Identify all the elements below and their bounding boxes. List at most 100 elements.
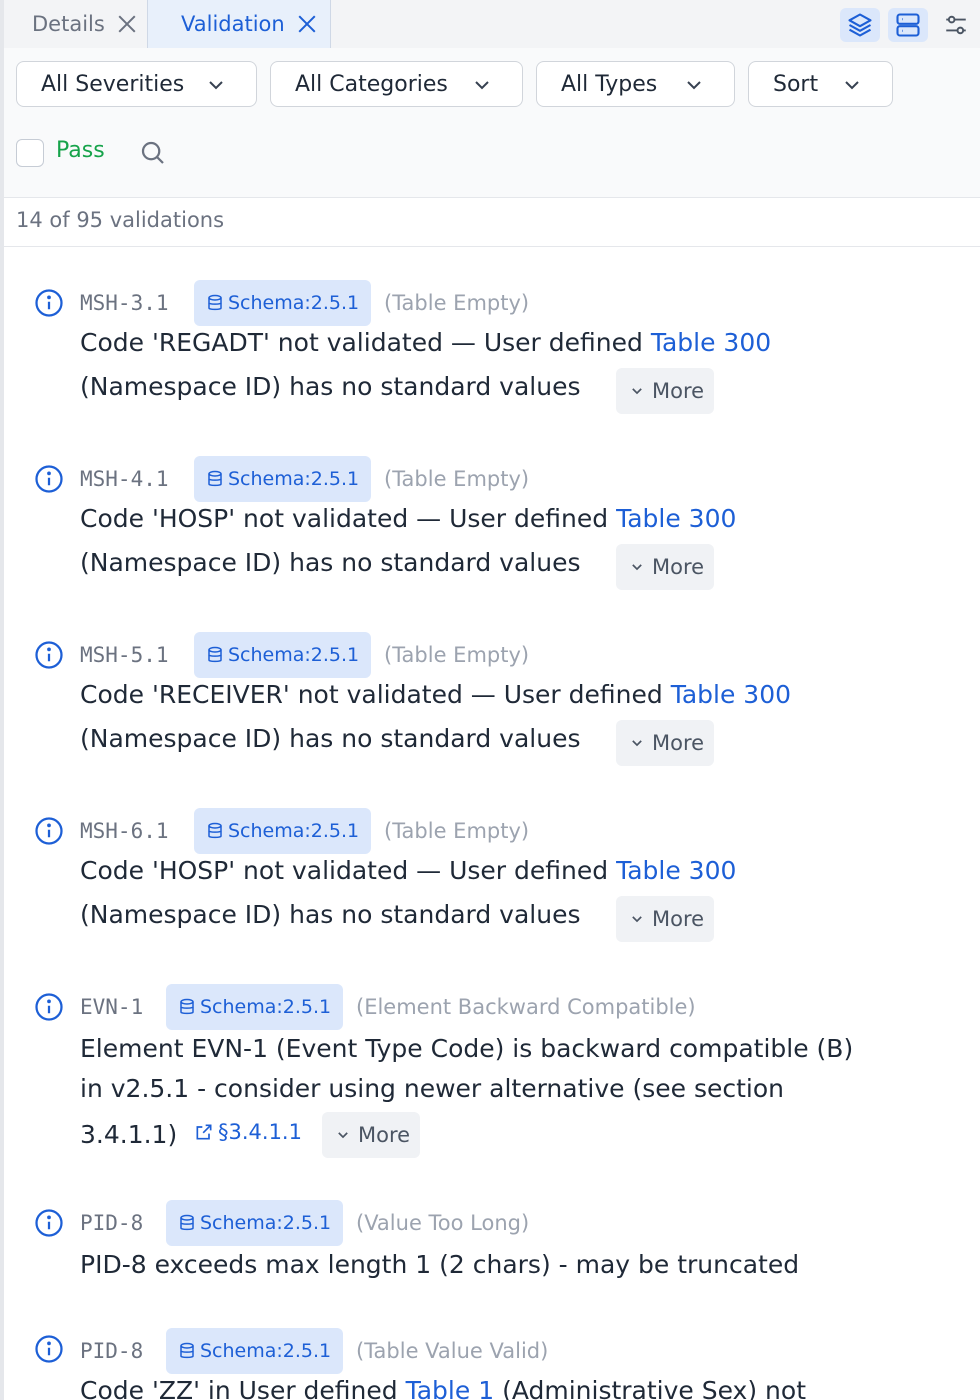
pass-label[interactable]: Pass xyxy=(56,138,105,163)
schema-label: Schema:2.5.1 xyxy=(228,820,360,842)
info-icon xyxy=(35,465,63,493)
more-label: More xyxy=(652,555,705,579)
message-text: Code 'REGADT' not validated — User defin… xyxy=(80,328,651,357)
close-icon[interactable] xyxy=(117,14,137,34)
more-button[interactable]: More xyxy=(616,544,714,590)
severity-select-value: All Severities xyxy=(41,71,185,97)
schema-badge[interactable]: Schema:2.5.1 xyxy=(194,280,372,326)
info-icon xyxy=(35,1209,63,1237)
tab-validation-label: Validation xyxy=(181,11,285,36)
field-id: MSH-6.1 xyxy=(80,819,169,843)
more-button[interactable]: More xyxy=(616,720,714,766)
category-label: (Table Empty) xyxy=(384,467,530,491)
left-border xyxy=(0,0,4,1400)
table-link[interactable]: Table 300 xyxy=(616,504,736,533)
field-id: PID-8 xyxy=(80,1211,144,1235)
section-link-label: §3.4.1.1 xyxy=(218,1120,302,1144)
more-button[interactable]: More xyxy=(616,896,714,942)
pass-checkbox[interactable] xyxy=(16,139,44,167)
schema-label: Schema:2.5.1 xyxy=(200,996,332,1018)
table-link[interactable]: Table 300 xyxy=(616,856,736,885)
field-id: PID-8 xyxy=(80,1339,144,1363)
category-label: (Table Empty) xyxy=(384,291,530,315)
schema-label: Schema:2.5.1 xyxy=(228,292,360,314)
schema-badge[interactable]: Schema:2.5.1 xyxy=(194,808,372,854)
table-link[interactable]: Table 300 xyxy=(651,328,771,357)
tab-details[interactable]: Details xyxy=(4,0,147,48)
rows-view-button[interactable] xyxy=(888,8,928,42)
schema-badge[interactable]: Schema:2.5.1 xyxy=(194,456,372,502)
type-select[interactable]: All Types xyxy=(536,61,735,107)
more-button[interactable]: More xyxy=(322,1112,420,1158)
chevron-down-icon xyxy=(632,916,642,923)
chevron-down-icon xyxy=(209,81,223,90)
message-line: PID-8 exceeds max length 1 (2 chars) - m… xyxy=(80,1250,800,1279)
message-text: Code 'HOSP' not validated — User defined xyxy=(80,504,617,533)
message-line: Code 'HOSP' not validated — User defined… xyxy=(80,504,736,533)
message-text: Code 'RECEIVER' not validated — User def… xyxy=(80,680,671,709)
schema-badge[interactable]: Schema:2.5.1 xyxy=(166,1328,344,1374)
divider xyxy=(4,246,980,247)
message-line: 3.4.1.1) xyxy=(80,1120,178,1149)
database-icon xyxy=(180,998,194,1015)
category-label: (Table Empty) xyxy=(384,819,530,843)
message-text: Code 'ZZ' in User defined xyxy=(80,1376,406,1400)
category-label: (Table Value Valid) xyxy=(356,1339,549,1363)
message-text: (Administrative Sex) not xyxy=(494,1376,806,1400)
database-icon xyxy=(180,1342,194,1359)
filter-bar: All Severities All Categories All Types … xyxy=(4,48,980,198)
message-line: Code 'REGADT' not validated — User defin… xyxy=(80,328,771,357)
table-link[interactable]: Table 1 xyxy=(406,1376,495,1400)
info-icon xyxy=(35,993,63,1021)
message-line: Element EVN-1 (Event Type Code) is backw… xyxy=(80,1034,854,1063)
category-label: (Element Backward Compatible) xyxy=(356,995,696,1019)
filter-settings-button[interactable] xyxy=(936,8,976,42)
tab-validation[interactable]: Validation xyxy=(147,0,331,48)
schema-badge[interactable]: Schema:2.5.1 xyxy=(194,632,372,678)
message-line: Code 'HOSP' not validated — User defined… xyxy=(80,856,736,885)
schema-label: Schema:2.5.1 xyxy=(200,1340,332,1362)
message-line: Code 'RECEIVER' not validated — User def… xyxy=(80,680,791,709)
database-icon xyxy=(180,1214,194,1231)
close-icon[interactable] xyxy=(297,14,317,34)
database-icon xyxy=(208,294,222,311)
message-text: Code 'HOSP' not validated — User defined xyxy=(80,856,617,885)
layers-view-button[interactable] xyxy=(840,8,880,42)
info-icon xyxy=(35,1335,63,1363)
more-button[interactable]: More xyxy=(616,368,714,414)
schema-label: Schema:2.5.1 xyxy=(228,468,360,490)
field-id: EVN-1 xyxy=(80,995,144,1019)
more-label: More xyxy=(652,907,705,931)
section-link[interactable]: §3.4.1.1 xyxy=(194,1120,302,1144)
type-select-value: All Types xyxy=(561,71,658,97)
schema-badge[interactable]: Schema:2.5.1 xyxy=(166,984,344,1030)
chevron-down-icon xyxy=(632,388,642,395)
info-icon xyxy=(35,817,63,845)
category-select-value: All Categories xyxy=(295,71,448,97)
sort-select-value: Sort xyxy=(773,71,819,97)
message-line: (Namespace ID) has no standard values xyxy=(80,724,581,753)
category-select[interactable]: All Categories xyxy=(270,61,523,107)
severity-select[interactable]: All Severities xyxy=(16,61,257,107)
search-button[interactable] xyxy=(138,138,168,172)
external-link-icon xyxy=(196,1124,212,1140)
more-label: More xyxy=(652,731,705,755)
info-icon xyxy=(35,289,63,317)
more-label: More xyxy=(652,379,705,403)
field-id: MSH-3.1 xyxy=(80,291,169,315)
schema-badge[interactable]: Schema:2.5.1 xyxy=(166,1200,344,1246)
sliders-icon xyxy=(946,15,966,35)
layers-icon xyxy=(848,13,872,37)
table-link[interactable]: Table 300 xyxy=(671,680,791,709)
tab-bar: Details Validation xyxy=(4,0,980,48)
sort-select[interactable]: Sort xyxy=(748,61,893,107)
message-line: Code 'ZZ' in User defined Table 1 (Admin… xyxy=(80,1376,806,1400)
more-label: More xyxy=(358,1123,411,1147)
chevron-down-icon xyxy=(632,740,642,747)
category-label: (Table Empty) xyxy=(384,643,530,667)
category-label: (Value Too Long) xyxy=(356,1211,530,1235)
message-line: (Namespace ID) has no standard values xyxy=(80,900,581,929)
chevron-down-icon xyxy=(687,81,701,90)
validation-count: 14 of 95 validations xyxy=(16,208,225,232)
database-icon xyxy=(208,470,222,487)
